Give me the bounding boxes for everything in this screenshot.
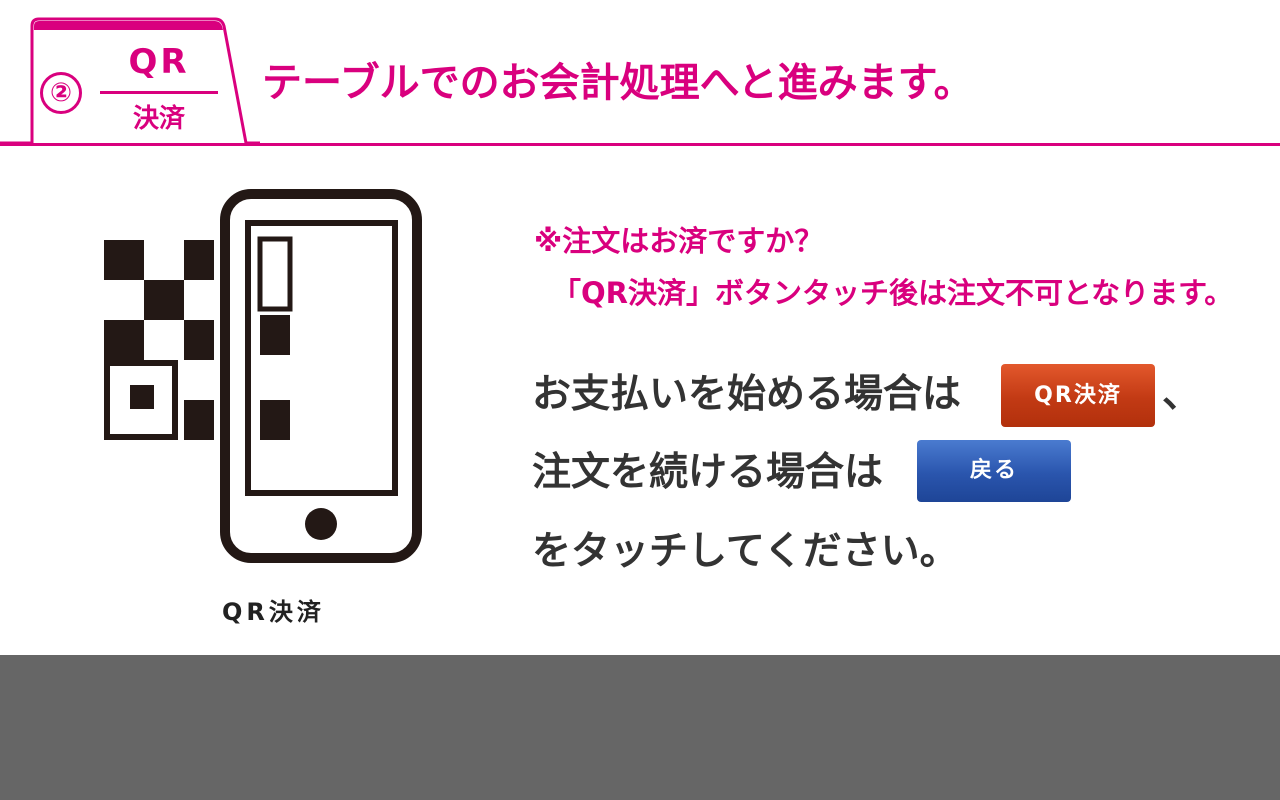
illustration-caption: QR決済 bbox=[222, 598, 325, 626]
instruction-touch: をタッチしてください。 bbox=[532, 529, 959, 574]
page-title: テーブルでのお会計処理へと進みます。 bbox=[262, 60, 974, 106]
phone-qr-icon bbox=[104, 189, 422, 563]
tab-subtitle: 決済 bbox=[132, 104, 185, 134]
notice-warning: 「QR決済」ボタンタッチ後は注文不可となります。 bbox=[552, 276, 1234, 310]
bottom-bar bbox=[0, 655, 1280, 800]
tab-title: QR bbox=[128, 42, 190, 82]
step-number: ② bbox=[40, 72, 82, 114]
instruction-pay: お支払いを始める場合は bbox=[532, 372, 962, 417]
tab-divider bbox=[100, 91, 218, 94]
instruction-comma: 、 bbox=[1162, 372, 1202, 417]
header-divider bbox=[0, 143, 1280, 146]
instruction-continue: 注文を続ける場合は bbox=[532, 450, 884, 495]
back-button[interactable]: 戻る bbox=[917, 440, 1071, 502]
qr-pay-button[interactable]: QR決済 bbox=[1001, 364, 1155, 427]
content-panel: ② QR 決済 テーブルでのお会計処理へと進みます。 QR決済 ※注文はお済です… bbox=[0, 0, 1280, 655]
notice-question: ※注文はお済ですか？ bbox=[534, 224, 824, 258]
